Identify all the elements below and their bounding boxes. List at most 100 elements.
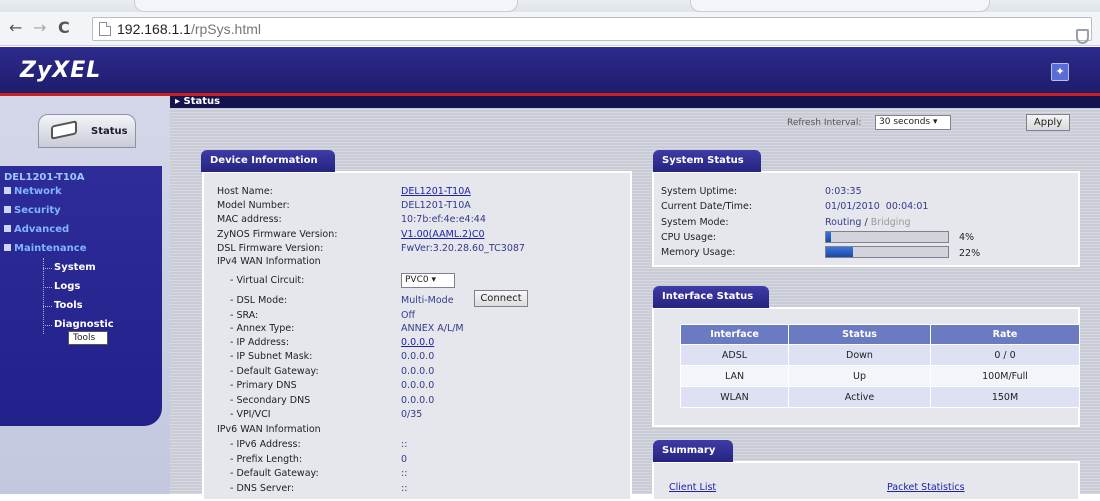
cpu-usage-fill: [826, 232, 831, 242]
virtual-circuit-value: PVC0: [405, 275, 429, 285]
prefix-length-label: - Prefix Length:: [230, 454, 303, 465]
ipv4-wan-heading: IPv4 WAN Information: [217, 256, 321, 267]
cpu-usage-label: CPU Usage:: [661, 232, 717, 243]
sidebar-item-system[interactable]: System: [54, 262, 96, 273]
breadcrumb: ▸ Status: [170, 96, 1100, 108]
annex-type-value: ANNEX A/L/M: [401, 323, 464, 334]
tree-branch: [43, 268, 52, 269]
refresh-interval-label: Refresh Interval:: [787, 118, 862, 128]
ipv6-wan-heading: IPv6 WAN Information: [217, 424, 321, 435]
ip-address-value[interactable]: 0.0.0.0: [401, 337, 434, 348]
annex-type-label: - Annex Type:: [230, 323, 295, 334]
interface-status-title: Interface Status: [653, 286, 769, 308]
browser-toolbar: ← → C 192.168.1.1/rpSys.html ☆: [0, 12, 1100, 46]
url-path: /rpSys.html: [190, 21, 261, 37]
expand-icon: [4, 224, 11, 232]
collapse-icon: [4, 243, 11, 251]
browser-tab[interactable]: [134, 0, 518, 12]
sidebar-item-advanced[interactable]: Advanced: [4, 224, 69, 235]
mac-address-value: 10:7b:ef:4e:e4:44: [401, 214, 486, 225]
address-bar[interactable]: 192.168.1.1/rpSys.html ☆: [92, 17, 1092, 41]
forward-icon[interactable]: →: [33, 20, 46, 36]
memory-usage-value: 22%: [959, 248, 981, 259]
page-icon: [99, 22, 111, 36]
model-number-label: Model Number:: [217, 200, 290, 211]
refresh-interval-select[interactable]: 30 seconds ▾: [875, 115, 951, 130]
tree-connector: [43, 258, 44, 334]
summary-panel: [652, 461, 1080, 501]
datetime-value: 01/01/2010 00:04:01: [825, 201, 929, 212]
model-number-value: DEL1201-T10A: [401, 200, 471, 211]
sra-label: - SRA:: [230, 310, 259, 321]
wizard-icon[interactable]: ✦: [1051, 63, 1069, 81]
sidebar-item-diagnostic[interactable]: Diagnostic: [54, 319, 114, 330]
mode-bridging: Bridging: [870, 217, 911, 228]
browser-tab[interactable]: [690, 0, 990, 12]
sidebar-item-tools[interactable]: Tools: [54, 300, 83, 311]
table-cell: 100M/Full: [930, 365, 1080, 387]
virtual-circuit-select[interactable]: PVC0 ▾: [401, 273, 455, 288]
memory-usage-label: Memory Usage:: [661, 247, 736, 258]
subnet-mask-value: 0.0.0.0: [401, 351, 435, 362]
client-list-link[interactable]: Client List: [669, 482, 716, 493]
system-mode-label: System Mode:: [661, 217, 729, 228]
sidebar-item-label: Network: [14, 186, 62, 197]
table-cell: 0 / 0: [930, 344, 1080, 366]
vpi-vci-label: - VPI/VCI: [230, 409, 271, 420]
secondary-dns-value: 0.0.0.0: [401, 395, 435, 406]
ipv6-dns-value: ::: [401, 483, 408, 494]
dsl-firmware-value: FwVer:3.20.28.60_TC3087: [401, 243, 525, 254]
ipv6-gateway-label: - Default Gateway:: [230, 468, 319, 479]
sidebar-item-security[interactable]: Security: [4, 205, 61, 216]
sidebar-item-label: Security: [14, 205, 61, 216]
system-status-title: System Status: [653, 150, 761, 172]
table-row: WLAN Active 150M: [680, 386, 1080, 408]
apply-button[interactable]: Apply: [1026, 114, 1070, 131]
table-cell: 150M: [930, 386, 1080, 408]
expand-icon: [4, 186, 11, 194]
url-host: 192.168.1.1: [117, 21, 191, 37]
dsl-firmware-label: DSL Firmware Version:: [217, 243, 324, 254]
sidebar-item-label: Maintenance: [14, 243, 87, 254]
uptime-value: 0:03:35: [825, 186, 862, 197]
host-name-value[interactable]: DEL1201-T10A: [401, 186, 471, 197]
table-cell: ADSL: [680, 344, 789, 366]
dsl-mode-value: Multi-Mode: [401, 295, 454, 306]
mode-separator: /: [861, 217, 871, 228]
sidebar-item-network[interactable]: Network: [4, 186, 62, 197]
connect-button[interactable]: Connect: [474, 290, 528, 307]
uptime-label: System Uptime:: [661, 186, 738, 197]
cpu-usage-value: 4%: [959, 232, 975, 243]
zyxel-logo: ZyXEL: [20, 58, 102, 83]
vpi-vci-value: 0/35: [401, 409, 423, 420]
sra-value: Off: [401, 310, 416, 321]
table-cell: WLAN: [680, 386, 789, 408]
primary-dns-label: - Primary DNS: [230, 380, 297, 391]
refresh-interval-value: 30 seconds: [879, 117, 931, 127]
firmware-version-value[interactable]: V1.00(AAML.2)C0: [401, 229, 485, 240]
extension-shield-icon[interactable]: [1076, 29, 1089, 44]
column-header-interface: Interface: [680, 324, 789, 345]
memory-usage-fill: [826, 247, 853, 257]
packet-statistics-link[interactable]: Packet Statistics: [887, 482, 965, 493]
status-tab[interactable]: Status: [38, 114, 136, 148]
mac-address-label: MAC address:: [217, 214, 282, 225]
secondary-dns-label: - Secondary DNS: [230, 395, 311, 406]
sidebar-item-logs[interactable]: Logs: [54, 281, 80, 292]
breadcrumb-label: Status: [183, 96, 221, 107]
router-icon: [51, 120, 77, 140]
column-header-rate: Rate: [930, 324, 1080, 345]
router-header: [0, 47, 1100, 94]
url-text[interactable]: 192.168.1.1/rpSys.html: [117, 21, 261, 37]
firmware-version-label: ZyNOS Firmware Version:: [217, 229, 338, 240]
back-icon[interactable]: ←: [9, 20, 22, 36]
reload-icon[interactable]: C: [58, 20, 70, 36]
ipv6-dns-label: - DNS Server:: [230, 483, 295, 494]
sidebar-item-maintenance[interactable]: Maintenance: [4, 243, 87, 254]
table-header-row: Interface Status Rate: [680, 324, 1080, 345]
subnet-mask-label: - IP Subnet Mask:: [230, 351, 313, 362]
mode-routing: Routing: [825, 217, 862, 228]
default-gateway-label: - Default Gateway:: [230, 366, 319, 377]
tree-branch: [43, 325, 52, 326]
ipv6-gateway-value: ::: [401, 468, 408, 479]
